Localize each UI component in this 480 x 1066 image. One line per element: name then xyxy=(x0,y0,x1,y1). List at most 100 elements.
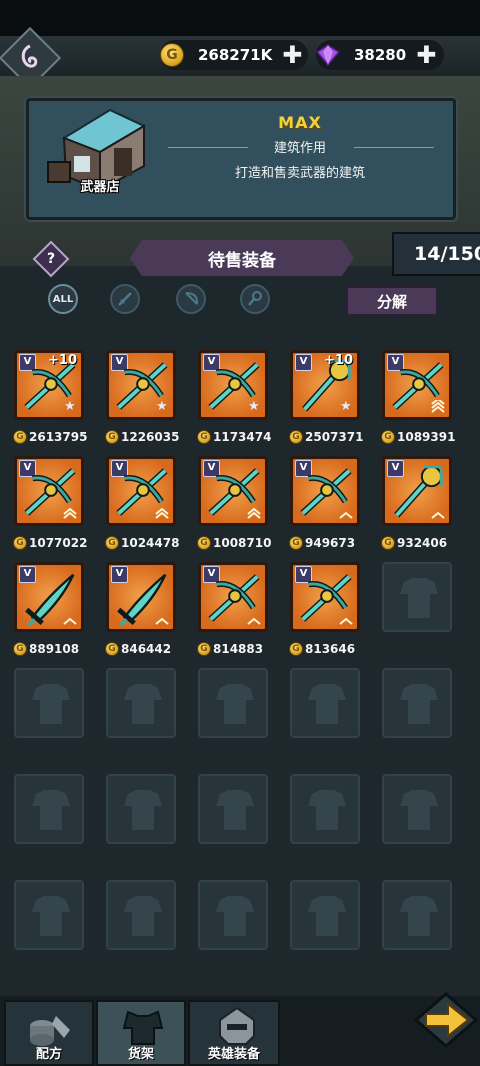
empty-slot[interactable] xyxy=(198,774,268,844)
staff-filter-icon xyxy=(248,291,262,306)
level-max-label: MAX xyxy=(278,113,322,132)
armor-icon xyxy=(122,1010,164,1045)
gold-coin-icon: G xyxy=(197,642,211,656)
gold-coin-icon: G xyxy=(13,536,27,550)
nav-recipes-label: 配方 xyxy=(35,1047,62,1062)
item-price-value: 1226035 xyxy=(121,430,180,444)
item-price: G 2613795 xyxy=(13,430,87,444)
rank-chevron-icon xyxy=(339,617,353,625)
nav-recipes-button[interactable]: 配方 xyxy=(4,1000,94,1066)
empty-slot[interactable] xyxy=(382,668,452,738)
empty-armor-icon xyxy=(124,790,162,830)
rank-chevron-icon xyxy=(247,507,261,519)
gold-amount: 268271K xyxy=(198,46,273,64)
filter-staff-button[interactable] xyxy=(240,284,270,314)
nav-hero-gear-label: 英雄装备 xyxy=(207,1047,260,1062)
filter-all-button[interactable]: ALL xyxy=(48,284,78,314)
empty-slot[interactable] xyxy=(290,774,360,844)
nav-shelf-button[interactable]: 货架 xyxy=(96,1000,186,1066)
item-slot[interactable]: V xyxy=(290,562,360,632)
empty-armor-icon xyxy=(308,896,346,936)
item-price-value: 1024478 xyxy=(121,536,180,550)
empty-armor-icon xyxy=(32,790,70,830)
empty-armor-icon xyxy=(124,684,162,724)
empty-slot[interactable] xyxy=(290,880,360,950)
empty-slot[interactable] xyxy=(382,880,452,950)
item-price-value: 949673 xyxy=(305,536,356,550)
star-icon: ★ xyxy=(64,399,76,414)
empty-armor-icon xyxy=(400,896,438,936)
item-slot[interactable]: V +10 ★ xyxy=(290,350,360,420)
rank-chevron-icon xyxy=(155,507,169,519)
item-price: G 1089391 xyxy=(381,430,455,444)
item-price-value: 1173474 xyxy=(213,430,272,444)
add-gems-button[interactable]: ✚ xyxy=(416,43,436,67)
swirl-icon xyxy=(21,44,38,68)
gem-amount: 38280 xyxy=(354,46,407,64)
purple-gem-icon xyxy=(316,44,340,66)
status-bar xyxy=(0,0,480,36)
gold-coin-icon: G xyxy=(289,642,303,656)
empty-armor-icon xyxy=(308,684,346,724)
empty-armor-icon xyxy=(124,896,162,936)
item-slot[interactable]: V ★ xyxy=(198,350,268,420)
empty-slot[interactable] xyxy=(382,562,452,632)
item-price-value: 2613795 xyxy=(29,430,88,444)
item-slot[interactable]: V xyxy=(382,350,452,420)
item-price: G 1077022 xyxy=(13,536,87,550)
item-price: G 2507371 xyxy=(289,430,363,444)
next-arrow-button[interactable] xyxy=(410,990,480,1050)
star-icon: ★ xyxy=(340,399,352,414)
empty-slot[interactable] xyxy=(198,668,268,738)
empty-slot[interactable] xyxy=(14,774,84,844)
rank-chevron-icon xyxy=(63,617,77,625)
item-price-value: 813646 xyxy=(305,642,356,656)
item-slot[interactable]: V xyxy=(382,456,452,526)
nav-shelf-label: 货架 xyxy=(127,1047,154,1062)
helmet-icon xyxy=(219,1006,255,1045)
item-slot[interactable]: V xyxy=(14,562,84,632)
empty-slot[interactable] xyxy=(106,668,176,738)
empty-slot[interactable] xyxy=(14,668,84,738)
item-slot[interactable]: V xyxy=(106,562,176,632)
empty-slot[interactable] xyxy=(198,880,268,950)
empty-armor-icon xyxy=(32,896,70,936)
empty-armor-icon xyxy=(400,684,438,724)
item-slot[interactable]: V xyxy=(14,456,84,526)
empty-slot[interactable] xyxy=(290,668,360,738)
filter-bow-button[interactable] xyxy=(176,284,206,314)
item-price: G 813646 xyxy=(289,642,355,656)
item-slot[interactable]: V +10 ★ xyxy=(14,350,84,420)
gold-coin-icon: G xyxy=(13,430,27,444)
enhance-level: +10 xyxy=(324,353,353,368)
item-price: G 932406 xyxy=(381,536,447,550)
shelf-title: 待售装备 xyxy=(130,240,354,276)
item-price-value: 1008710 xyxy=(213,536,272,550)
empty-slot[interactable] xyxy=(14,880,84,950)
item-slot[interactable]: V ★ xyxy=(106,350,176,420)
empty-slot[interactable] xyxy=(106,774,176,844)
bow-filter-icon xyxy=(185,292,199,305)
decompose-button[interactable]: 分解 xyxy=(346,286,438,316)
item-price-value: 814883 xyxy=(213,642,264,656)
empty-slot[interactable] xyxy=(106,880,176,950)
add-gold-button[interactable]: ✚ xyxy=(282,43,302,67)
rank-chevron-icon xyxy=(431,511,445,519)
empty-armor-icon xyxy=(308,790,346,830)
item-slot[interactable]: V xyxy=(290,456,360,526)
filter-sword-button[interactable] xyxy=(110,284,140,314)
gold-coin-icon: G xyxy=(197,536,211,550)
gold-coin-icon: G xyxy=(105,536,119,550)
empty-slot[interactable] xyxy=(382,774,452,844)
item-slot[interactable]: V xyxy=(198,456,268,526)
nav-hero-gear-button[interactable]: 英雄装备 xyxy=(188,1000,280,1066)
star-icon: ★ xyxy=(156,399,168,414)
item-price: G 1226035 xyxy=(105,430,179,444)
item-slot[interactable]: V xyxy=(106,456,176,526)
rank-chevron-icon xyxy=(63,507,77,519)
rank-chevron-icon xyxy=(339,511,353,519)
gold-coin-icon: G xyxy=(197,430,211,444)
sword-filter-icon xyxy=(118,292,132,306)
item-slot[interactable]: V xyxy=(198,562,268,632)
question-icon: ? xyxy=(46,251,56,267)
